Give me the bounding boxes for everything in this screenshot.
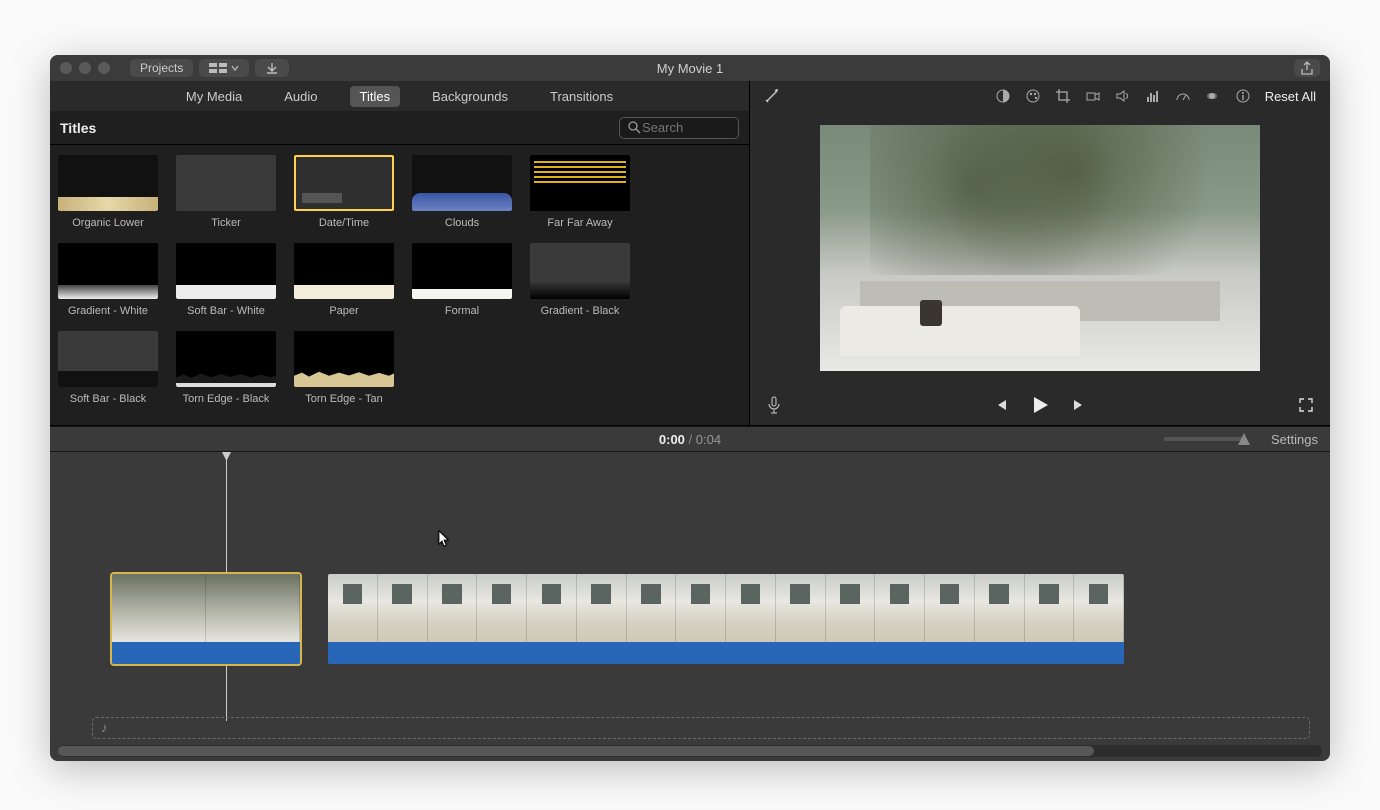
library-view-button[interactable] [199, 59, 249, 77]
preview-viewport[interactable] [750, 111, 1330, 385]
share-button[interactable] [1294, 59, 1320, 77]
crop-icon[interactable] [1055, 88, 1071, 104]
title-label: Far Far Away [547, 217, 612, 229]
tab-titles[interactable]: Titles [350, 86, 401, 107]
title-label: Organic Lower [72, 217, 144, 229]
title-label: Ticker [211, 217, 241, 229]
title-label: Gradient - Black [541, 305, 620, 317]
title-tile-farfar[interactable]: Far Far Away [530, 155, 630, 229]
title-tile-datetime[interactable]: Date/Time [294, 155, 394, 229]
timeline[interactable] [50, 452, 1330, 761]
media-browser: My Media Audio Titles Backgrounds Transition… [50, 81, 750, 425]
audio-track-empty[interactable] [92, 717, 1310, 739]
time-total: 0:04 [696, 432, 721, 447]
horizontal-scrollbar[interactable] [58, 745, 1322, 757]
stabilization-icon[interactable] [1205, 88, 1221, 104]
prev-button[interactable] [993, 397, 1009, 413]
titles-grid: Organic Lower Ticker Date/Time Clouds Far Fa… [50, 145, 749, 425]
title-label: Torn Edge - Black [183, 393, 270, 405]
play-button[interactable] [1029, 394, 1051, 416]
window-controls [60, 62, 110, 74]
title-tile-torn-b[interactable]: Torn Edge - Black [176, 331, 276, 405]
browser-section-label: Titles [60, 120, 96, 136]
search-field[interactable] [619, 117, 739, 139]
title-label: Gradient - White [68, 305, 148, 317]
zoom-slider[interactable] [1164, 437, 1244, 441]
settings-button[interactable]: Settings [1271, 432, 1318, 447]
speed-icon[interactable] [1175, 88, 1191, 104]
window-title: My Movie 1 [657, 61, 723, 76]
title-label: Torn Edge - Tan [305, 393, 382, 405]
clip-1[interactable] [110, 572, 302, 666]
title-label: Clouds [445, 217, 479, 229]
title-tile-softbar-b[interactable]: Soft Bar - Black [58, 331, 158, 405]
camera-icon[interactable] [1085, 88, 1101, 104]
zoom-dot[interactable] [98, 62, 110, 74]
clip-2[interactable] [326, 572, 1126, 666]
fullscreen-icon[interactable] [1298, 397, 1314, 413]
search-icon [626, 120, 642, 136]
title-tile-formal[interactable]: Formal [412, 243, 512, 317]
volume-icon[interactable] [1115, 88, 1131, 104]
clip-audio [112, 642, 300, 664]
time-current: 0:00 [659, 432, 685, 447]
viewer-panel: Reset All [750, 81, 1330, 425]
title-tile-ticker[interactable]: Ticker [176, 155, 276, 229]
preview-frame [820, 125, 1260, 371]
tab-backgrounds[interactable]: Backgrounds [422, 86, 518, 107]
title-label: Soft Bar - White [187, 305, 265, 317]
title-label: Paper [329, 305, 358, 317]
title-tile-softbar-w[interactable]: Soft Bar - White [176, 243, 276, 317]
projects-button[interactable]: Projects [130, 59, 193, 77]
tab-transitions[interactable]: Transitions [540, 86, 623, 107]
title-tile-torn-t[interactable]: Torn Edge - Tan [294, 331, 394, 405]
next-button[interactable] [1071, 397, 1087, 413]
title-tile-paper[interactable]: Paper [294, 243, 394, 317]
mic-icon[interactable] [766, 397, 782, 413]
title-label: Formal [445, 305, 479, 317]
status-bar: 0:00 / 0:04 Settings [50, 426, 1330, 452]
workspace: My Media Audio Titles Backgrounds Transition… [50, 81, 1330, 761]
title-label: Date/Time [319, 217, 369, 229]
minimize-dot[interactable] [79, 62, 91, 74]
title-tile-grad-w[interactable]: Gradient - White [58, 243, 158, 317]
import-button[interactable] [255, 59, 289, 77]
title-tile-clouds[interactable]: Clouds [412, 155, 512, 229]
browser-tabs: My Media Audio Titles Backgrounds Transition… [50, 81, 749, 111]
tab-my-media[interactable]: My Media [176, 86, 252, 107]
tab-audio[interactable]: Audio [274, 86, 327, 107]
magic-wand-icon[interactable] [764, 88, 780, 104]
title-label: Soft Bar - Black [70, 393, 146, 405]
app-window: Projects My Movie 1 My Media Audio Titles B… [50, 55, 1330, 761]
playback-controls [750, 385, 1330, 425]
titlebar: Projects My Movie 1 [50, 55, 1330, 81]
equalizer-icon[interactable] [1145, 88, 1161, 104]
close-dot[interactable] [60, 62, 72, 74]
contrast-icon[interactable] [995, 88, 1011, 104]
viewer-toolbar: Reset All [750, 81, 1330, 111]
title-tile-organic[interactable]: Organic Lower [58, 155, 158, 229]
title-tile-grad-b[interactable]: Gradient - Black [530, 243, 630, 317]
video-track [110, 572, 1126, 666]
search-input[interactable] [642, 120, 732, 135]
mouse-cursor [438, 530, 450, 548]
reset-all-button[interactable]: Reset All [1265, 89, 1316, 104]
info-icon[interactable] [1235, 88, 1251, 104]
color-palette-icon[interactable] [1025, 88, 1041, 104]
clip-audio [328, 642, 1124, 664]
